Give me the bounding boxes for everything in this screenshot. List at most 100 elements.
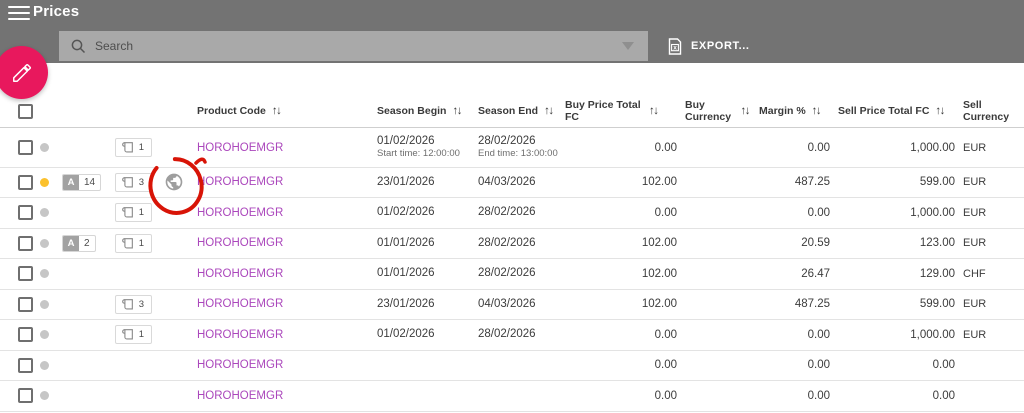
sort-arrows-icon: ↑↓	[271, 104, 282, 117]
season-end-date: 28/02/2026	[478, 328, 536, 341]
product-code-link[interactable]: HOROHOEMGR	[192, 207, 377, 219]
season-end-date: 28/02/2026	[478, 267, 536, 280]
a-count-badge[interactable]: A 2	[62, 234, 96, 252]
scroll-badge-count: 1	[138, 329, 144, 341]
season-begin-date: 01/01/2026	[377, 267, 435, 280]
scroll-count-badge[interactable]: 1	[114, 325, 152, 345]
scroll-count-badge[interactable]: 3	[114, 172, 152, 192]
table-row: A 2 1 HOROHOEMGR 01/01/2026 28/02/2026 1…	[0, 228, 1024, 259]
season-begin-cell: 01/02/2026 Start time: 12:00:00	[377, 135, 478, 160]
margin-cell: 0.00	[807, 206, 830, 219]
scroll-count-badge[interactable]: 3	[114, 294, 152, 314]
column-header-margin[interactable]: Margin % ↑↓	[749, 105, 835, 118]
column-header-season-end[interactable]: Season End ↑↓	[478, 105, 565, 118]
status-dot	[39, 391, 49, 401]
column-header-buy-price[interactable]: Buy Price Total FC ↑↓	[565, 99, 682, 123]
scroll-count-badge[interactable]: 1	[114, 138, 152, 158]
chevron-down-icon[interactable]	[622, 42, 634, 50]
sell-currency-cell: CHF	[963, 267, 986, 280]
product-code-link[interactable]: HOROHOEMGR	[192, 237, 377, 249]
globe-icon[interactable]	[164, 172, 184, 192]
product-code-link[interactable]: HOROHOEMGR	[192, 329, 377, 341]
column-header-buy-currency[interactable]: Buy Currency ↑↓	[682, 99, 750, 123]
table-row: A 1 HOROHOEMGR 01/02/2026 28/02/2026 0.0…	[0, 198, 1024, 229]
status-dot	[39, 177, 49, 187]
export-button-label: EXPORT...	[691, 40, 750, 52]
excel-file-icon: x	[668, 37, 682, 55]
search-box[interactable]	[59, 31, 648, 61]
buy-price-cell: 0.00	[654, 141, 677, 154]
margin-cell: 0.00	[807, 389, 830, 402]
scroll-icon	[121, 329, 133, 340]
table-body: A 1 HOROHOEMGR 01/02/2026 Start time: 12…	[0, 129, 1024, 412]
sort-arrows-icon: ↑↓	[452, 104, 462, 117]
table-row: A HOROHOEMGR 01/01/2026 28/02/2026 102.0…	[0, 259, 1024, 290]
row-checkbox[interactable]	[18, 388, 33, 404]
scroll-count-badge[interactable]: 1	[114, 233, 152, 253]
select-all-checkbox[interactable]	[18, 104, 33, 119]
season-end-cell: 28/02/2026	[478, 237, 565, 250]
scroll-badge-count: 1	[138, 237, 144, 249]
table-row: A 3 HOROHOEMGR 23/01/2026 04/03/2026 102…	[0, 289, 1024, 320]
margin-cell: 26.47	[801, 267, 830, 280]
buy-price-cell: 0.00	[654, 206, 677, 219]
margin-cell: 20.59	[801, 237, 830, 250]
row-checkbox[interactable]	[18, 174, 33, 190]
export-button[interactable]: x EXPORT...	[668, 30, 750, 62]
column-header-sell-currency[interactable]: Sell Currency ↑	[960, 99, 1024, 123]
hamburger-menu-icon[interactable]	[8, 6, 30, 21]
header-bar: Prices x EXPORT...	[0, 0, 1024, 63]
product-code-link[interactable]: HOROHOEMGR	[192, 142, 377, 154]
status-dot	[39, 299, 49, 309]
scroll-icon	[121, 207, 133, 218]
column-header-season-begin[interactable]: Season Begin ↑↓	[377, 104, 478, 118]
row-checkbox[interactable]	[18, 266, 33, 282]
row-checkbox[interactable]	[18, 235, 33, 251]
sell-currency-cell: EUR	[963, 141, 987, 154]
season-end-cell: 28/02/2026	[478, 206, 565, 219]
season-end-cell: 04/03/2026	[478, 176, 565, 189]
scroll-badge-count: 3	[138, 176, 144, 188]
status-dot	[39, 269, 49, 279]
buy-price-cell: 0.00	[654, 389, 677, 402]
edit-fab-button[interactable]	[0, 46, 48, 99]
status-dot	[39, 360, 49, 370]
season-end-time: End time: 13:00:00	[478, 148, 558, 160]
a-badge-icon: A	[63, 235, 79, 251]
season-begin-cell: 01/02/2026	[377, 328, 478, 341]
table-header-row: Product Code ↑↓ Season Begin ↑↓ Season E…	[0, 96, 1024, 128]
row-checkbox[interactable]	[18, 327, 33, 343]
status-dot	[39, 330, 49, 340]
season-begin-date: 01/02/2026	[377, 135, 435, 148]
page-title: Prices	[33, 3, 80, 20]
product-code-link[interactable]: HOROHOEMGR	[192, 359, 377, 371]
product-code-link[interactable]: HOROHOEMGR	[192, 268, 377, 280]
margin-cell: 487.25	[794, 298, 830, 311]
row-checkbox[interactable]	[18, 205, 33, 221]
search-input[interactable]	[95, 39, 622, 53]
column-header-sell-price[interactable]: Sell Price Total FC ↑↓	[835, 105, 960, 118]
scroll-count-badge[interactable]: 1	[114, 203, 152, 223]
margin-cell: 0.00	[807, 359, 830, 372]
a-badge-count: 2	[84, 237, 90, 249]
buy-price-cell: 0.00	[654, 359, 677, 372]
product-code-link[interactable]: HOROHOEMGR	[192, 176, 377, 188]
sell-price-cell: 1,000.00	[910, 206, 955, 219]
product-code-link[interactable]: HOROHOEMGR	[192, 390, 377, 402]
season-end-cell: 28/02/2026	[478, 328, 565, 341]
column-header-product-code[interactable]: Product Code ↑↓	[192, 104, 377, 118]
a-count-badge[interactable]: A 14	[62, 173, 102, 191]
scroll-icon	[121, 176, 133, 188]
sell-currency-cell: EUR	[963, 206, 987, 219]
sell-price-cell: 0.00	[932, 389, 955, 402]
season-end-date: 28/02/2026	[478, 236, 536, 249]
row-checkbox[interactable]	[18, 357, 33, 373]
row-checkbox[interactable]	[18, 296, 33, 312]
row-checkbox[interactable]	[18, 140, 33, 156]
season-end-date: 04/03/2026	[478, 175, 536, 188]
buy-price-cell: 102.00	[641, 298, 677, 311]
season-begin-date: 01/01/2026	[377, 236, 435, 249]
season-begin-date: 23/01/2026	[377, 175, 435, 188]
product-code-link[interactable]: HOROHOEMGR	[192, 298, 377, 310]
season-begin-date: 23/01/2026	[377, 297, 435, 310]
